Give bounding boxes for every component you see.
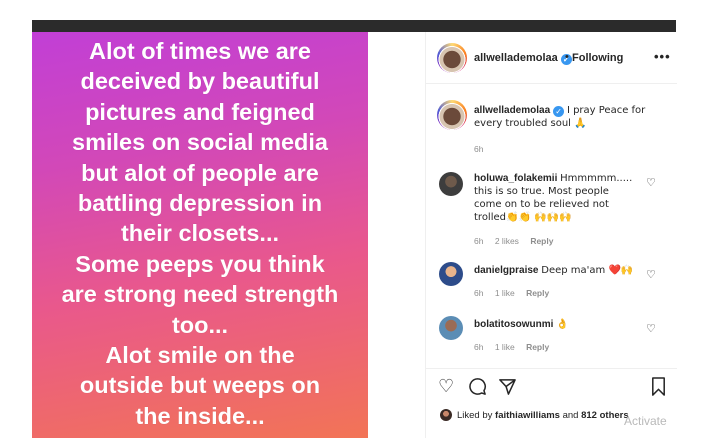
post-text-line: smiles on social media bbox=[72, 129, 328, 156]
likes-summary: Liked by faithiawilliams and 812 others bbox=[440, 409, 629, 421]
comment-icon[interactable] bbox=[468, 377, 487, 400]
post-header: allwellademоlaa ✓ • Following ••• bbox=[426, 32, 677, 84]
caption-username[interactable]: allwellademolaa bbox=[474, 105, 550, 116]
comment-item: bolatitosowunmi 👌 ♡ 6h 1 like Reply bbox=[426, 314, 677, 356]
comment-time: 6h bbox=[474, 236, 484, 246]
caption-time: 6h bbox=[474, 144, 484, 154]
avatar[interactable] bbox=[439, 262, 463, 286]
post-text-line: battling depression in bbox=[77, 190, 323, 217]
post-image: Alot of times we are deceived by beautif… bbox=[32, 32, 368, 438]
avatar[interactable] bbox=[439, 172, 463, 196]
comment-username[interactable]: bolatitosowunmi bbox=[474, 319, 553, 330]
caption-text: allwellademolaa ✓ I pray Peace for every … bbox=[474, 104, 664, 130]
right-strip bbox=[676, 22, 720, 438]
reply-button[interactable]: Reply bbox=[530, 236, 553, 246]
post-text-line: but alot of people are bbox=[81, 159, 319, 186]
liked-by-and: and bbox=[562, 409, 579, 421]
reply-button[interactable]: Reply bbox=[526, 288, 549, 298]
avatar[interactable] bbox=[437, 43, 467, 73]
more-options-icon[interactable]: ••• bbox=[654, 49, 671, 64]
comment-username[interactable]: danielgpraise bbox=[474, 265, 538, 276]
share-icon[interactable] bbox=[498, 377, 517, 400]
comment-meta: 6h 1 like Reply bbox=[474, 342, 558, 352]
likes-others[interactable]: 812 others bbox=[581, 410, 629, 421]
comment-text: holuwa_folakemii Hmmmmm..... this is so … bbox=[474, 172, 634, 224]
liked-by-prefix: Liked by bbox=[457, 409, 493, 421]
caption: allwellademolaa ✓ I pray Peace for every … bbox=[426, 96, 677, 156]
header-username[interactable]: allwellademоlaa ✓ bbox=[474, 52, 572, 65]
following-button[interactable]: Following bbox=[572, 52, 623, 64]
bookmark-icon[interactable] bbox=[650, 377, 667, 400]
post-text-line: too... bbox=[171, 311, 229, 338]
separator-dot: • bbox=[565, 51, 569, 63]
post-text-line: outside but weeps on bbox=[79, 372, 321, 399]
verified-badge-icon: ✓ bbox=[553, 106, 565, 117]
post-text-line: are strong need strength bbox=[61, 281, 339, 308]
post-text-line: deceived by beautiful bbox=[80, 68, 320, 95]
reply-button[interactable]: Reply bbox=[526, 342, 549, 352]
caption-meta: 6h bbox=[474, 144, 492, 154]
comment-item: danielgpraise Deep ma'am ❤️🙌 ♡ 6h 1 like… bbox=[426, 260, 677, 302]
post-text-line: pictures and feigned bbox=[85, 98, 315, 125]
top-strip bbox=[0, 0, 720, 22]
avatar[interactable] bbox=[440, 409, 452, 421]
comment-meta: 6h 1 like Reply bbox=[474, 288, 558, 298]
comment-likes[interactable]: 2 likes bbox=[495, 236, 519, 246]
comment-like-heart-icon[interactable]: ♡ bbox=[646, 322, 656, 335]
comment-text: bolatitosowunmi 👌 bbox=[474, 318, 644, 331]
post-text-line: the inside... bbox=[135, 402, 265, 429]
post-text-line: Some peeps you think bbox=[75, 250, 325, 277]
comment-like-heart-icon[interactable]: ♡ bbox=[646, 268, 656, 281]
comment-username[interactable]: holuwa_folakemii bbox=[474, 173, 557, 184]
comment-time: 6h bbox=[474, 342, 484, 352]
comment-body: 👌 bbox=[556, 319, 569, 330]
liked-by-user[interactable]: faithiawilliams bbox=[495, 410, 560, 421]
post-text-line: Alot of times we are bbox=[89, 38, 311, 64]
comment-text: danielgpraise Deep ma'am ❤️🙌 bbox=[474, 264, 644, 277]
comment-time: 6h bbox=[474, 288, 484, 298]
post-side-panel: allwellademоlaa ✓ • Following ••• allwell… bbox=[425, 32, 677, 438]
avatar[interactable] bbox=[439, 316, 463, 340]
left-strip bbox=[0, 22, 32, 438]
comment-like-heart-icon[interactable]: ♡ bbox=[646, 176, 656, 189]
post-text-line: Alot smile on the bbox=[105, 342, 295, 369]
post-text-line: their closets... bbox=[120, 220, 280, 247]
activate-watermark: Activate bbox=[624, 414, 667, 428]
avatar[interactable] bbox=[437, 100, 467, 130]
comment-item: holuwa_folakemii Hmmmmm..... this is so … bbox=[426, 170, 677, 250]
heart-icon[interactable]: ♡ bbox=[438, 378, 454, 396]
comment-body: Deep ma'am ❤️🙌 bbox=[541, 265, 634, 276]
comment-likes[interactable]: 1 like bbox=[495, 288, 515, 298]
comment-likes[interactable]: 1 like bbox=[495, 342, 515, 352]
comment-meta: 6h 2 likes Reply bbox=[474, 236, 562, 246]
top-edge bbox=[32, 20, 676, 32]
